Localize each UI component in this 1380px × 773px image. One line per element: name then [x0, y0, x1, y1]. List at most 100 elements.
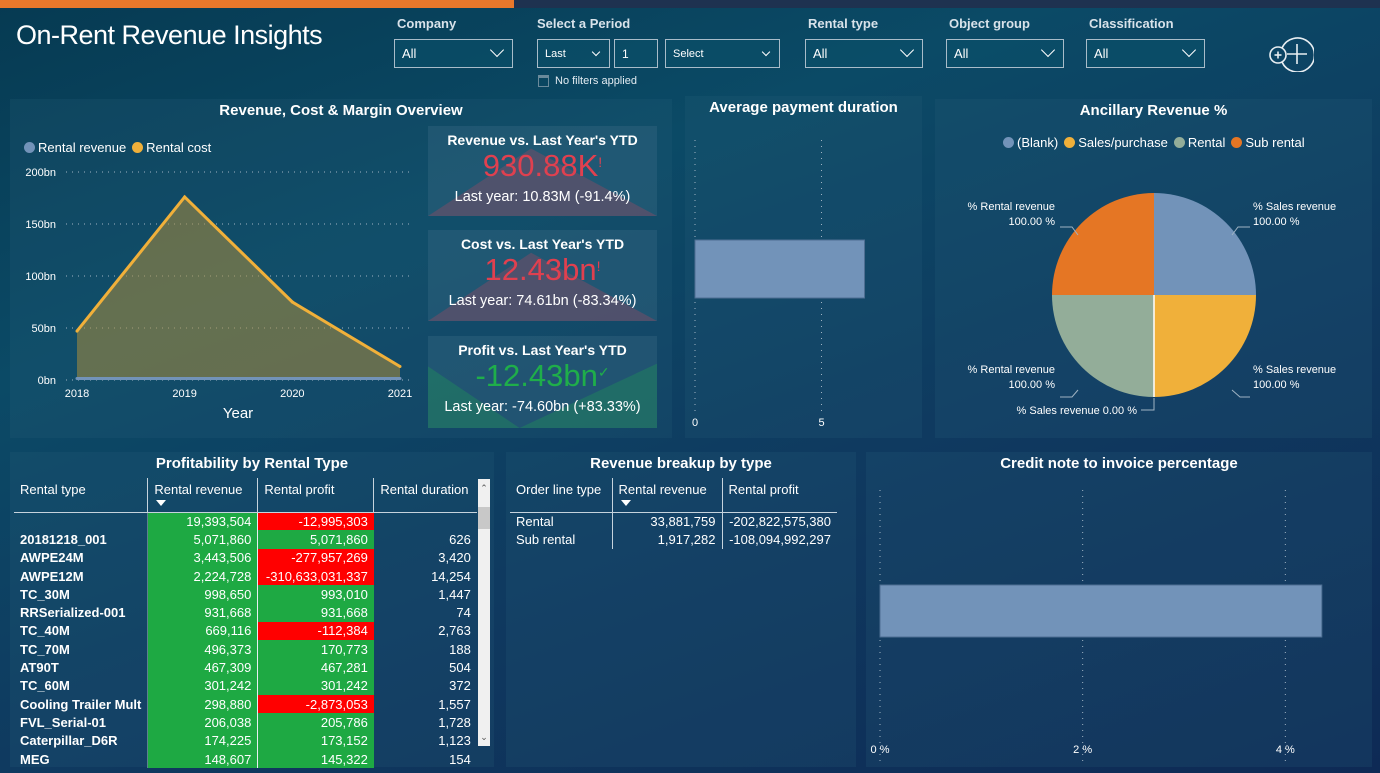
cell-rental-revenue: 19,393,504 [147, 512, 258, 531]
table-row[interactable]: AT90T 467,309 467,281 504 [14, 658, 477, 677]
cell-rental-duration [374, 512, 477, 530]
y-tick-label: 200bn [25, 167, 56, 179]
period-unit-dropdown[interactable]: Select [665, 39, 780, 68]
y-tick-label: 0bn [38, 375, 56, 387]
add-filter-button[interactable] [1266, 36, 1316, 73]
legend-item-rental-revenue[interactable]: Rental revenue [24, 140, 126, 155]
chevron-down-icon [761, 47, 771, 57]
table-row[interactable]: Cooling Trailer Mult 298,880 -2,873,053 1,5… [14, 694, 477, 714]
column-header-rental-profit[interactable]: Rental profit [257, 478, 374, 513]
cell-rental-duration: 74 [456, 605, 471, 621]
breakup-title: Revenue breakup by type [590, 455, 772, 472]
table-row[interactable]: 20181218_001 5,071,860 5,071,860 626 [14, 530, 477, 549]
classification-dropdown[interactable]: All [1086, 39, 1205, 68]
period-filter-label: Select a Period [537, 16, 631, 31]
cell-rental-type: TC_30M [20, 586, 70, 602]
object-group-dropdown[interactable]: All [946, 39, 1064, 68]
bar [879, 584, 1323, 638]
chevron-down-icon [591, 47, 601, 57]
column-header-rental-type[interactable]: Rental type [14, 478, 148, 513]
kpi-card-cost: Cost vs. Last Year's YTD 12.43bn! Last yea… [428, 230, 657, 321]
x-tick-label: 5 [818, 417, 824, 429]
period-relative-dropdown[interactable]: Last [537, 39, 610, 68]
legend-dot [1064, 137, 1076, 148]
table-row[interactable]: MEG 148,607 145,322 154 [14, 749, 477, 769]
cell-rental-type: AWPE12M [20, 568, 84, 584]
kpi-value-text: -12.43bn [475, 358, 598, 393]
object-group-dropdown-value: All [954, 46, 969, 61]
table-row[interactable]: Rental 33,881,759 -202,822,575,380 [510, 512, 837, 531]
rental-type-filter-label: Rental type [808, 16, 879, 31]
chevron-down-icon [489, 42, 505, 58]
company-dropdown[interactable]: All [394, 39, 513, 68]
cell-rental-profit: -112,384 [257, 621, 374, 641]
column-header-rental-revenue[interactable]: Rental revenue [147, 478, 258, 513]
cell-rental-profit: 170,773 [257, 640, 374, 659]
x-axis-title: Year [223, 405, 253, 422]
cell-order-line-type: Sub rental [516, 531, 576, 547]
pie-slice-rental [1052, 295, 1154, 397]
sort-descending-icon [620, 500, 631, 506]
scroll-up-icon[interactable]: ⌃ [478, 483, 490, 495]
legend-dot [1231, 137, 1243, 148]
legend-item-sub-rental[interactable]: Sub rental [1231, 135, 1305, 150]
table-scrollbar[interactable]: ⌃ ⌄ [478, 479, 490, 746]
cell-rental-profit: 993,010 [257, 585, 374, 604]
cell-rental-profit: 173,152 [257, 731, 374, 750]
kpi-subtitle: Last year: 74.61bn (-83.34%) [448, 293, 637, 309]
x-tick-label: 0 [692, 417, 698, 429]
column-header-rental-revenue[interactable]: Rental revenue [611, 478, 722, 513]
scrollbar-thumb[interactable] [478, 507, 490, 529]
cell-rental-profit: 205,786 [257, 713, 374, 732]
period-count-input[interactable]: 1 [614, 39, 658, 68]
legend-dot [1003, 137, 1014, 148]
column-header-order-line-type[interactable]: Order line type [510, 478, 612, 513]
table-row[interactable]: TC_30M 998,650 993,010 1,447 [14, 585, 477, 604]
table-row[interactable]: 19,393,504 -12,995,303 [14, 512, 477, 531]
table-row[interactable]: TC_60M 301,242 301,242 372 [14, 676, 477, 695]
period-relative-value: Last [545, 47, 566, 60]
cell-rental-revenue: 298,880 [147, 694, 258, 714]
kpi-card-revenue: Revenue vs. Last Year's YTD 930.88K! Last … [428, 126, 657, 216]
x-tick-label: 2019 [172, 388, 196, 400]
pie-data-label-blank: % Sales revenue [1253, 201, 1336, 213]
table-row[interactable]: Caterpillar_D6R 174,225 173,152 1,123 [14, 731, 477, 750]
legend-dot [24, 142, 35, 153]
kpi-title: Cost vs. Last Year's YTD [460, 236, 625, 252]
legend-item-rental[interactable]: Rental [1173, 135, 1225, 150]
cell-rental-duration: 1,557 [438, 696, 471, 712]
cell-rental-revenue: 148,607 [147, 749, 258, 769]
cell-rental-type: FVL_Serial-01 [20, 714, 106, 730]
bar [694, 239, 866, 299]
scroll-down-icon[interactable]: ⌄ [478, 732, 490, 744]
cell-rental-type: TC_70M [20, 641, 70, 657]
cell-rental-duration: 1,123 [438, 733, 471, 749]
cell-rental-revenue: 496,373 [147, 640, 258, 659]
table-row[interactable]: TC_70M 496,373 170,773 188 [14, 640, 477, 659]
legend-item-blank[interactable]: (Blank) [1003, 135, 1058, 150]
cell-rental-duration: 2,763 [438, 623, 471, 639]
table-row[interactable]: AWPE24M 3,443,506 -277,957,269 3,420 [14, 548, 477, 567]
column-header-rental-profit[interactable]: Rental profit [721, 478, 837, 513]
legend-item-sales-purchase[interactable]: Sales/purchase [1064, 135, 1168, 150]
y-tick-label: 150bn [25, 219, 56, 231]
check-icon: ✓ [597, 364, 610, 380]
table-row[interactable]: FVL_Serial-01 206,038 205,786 1,728 [14, 713, 477, 732]
table-row[interactable]: TC_40M 669,116 -112,384 2,763 [14, 621, 477, 641]
period-count-value: 1 [622, 46, 629, 61]
rental-cost-point [290, 300, 294, 304]
x-tick-label: 2020 [280, 388, 304, 400]
table-row[interactable]: Sub rental 1,917,282 -108,094,992,297 [510, 530, 837, 549]
rental-type-dropdown[interactable]: All [805, 39, 923, 68]
legend-label: Sales/purchase [1078, 135, 1168, 150]
legend-label: (Blank) [1017, 135, 1059, 150]
cell-rental-profit: 467,281 [257, 658, 374, 677]
table-row[interactable]: AWPE12M 2,224,728 -310,633,031,337 14,254 [14, 566, 477, 586]
table-row[interactable]: RRSerialized-001 931,668 931,668 74 [14, 603, 477, 622]
cell-rental-revenue: 931,668 [147, 603, 258, 622]
cell-rental-type: AT90T [20, 660, 59, 676]
legend-item-rental-cost[interactable]: Rental cost [132, 140, 211, 155]
pie-data-label-rental: % Rental revenue [968, 364, 1055, 376]
column-header-rental-duration[interactable]: Rental duration [373, 478, 477, 513]
pie-slice-sales-purchase [1154, 295, 1256, 397]
